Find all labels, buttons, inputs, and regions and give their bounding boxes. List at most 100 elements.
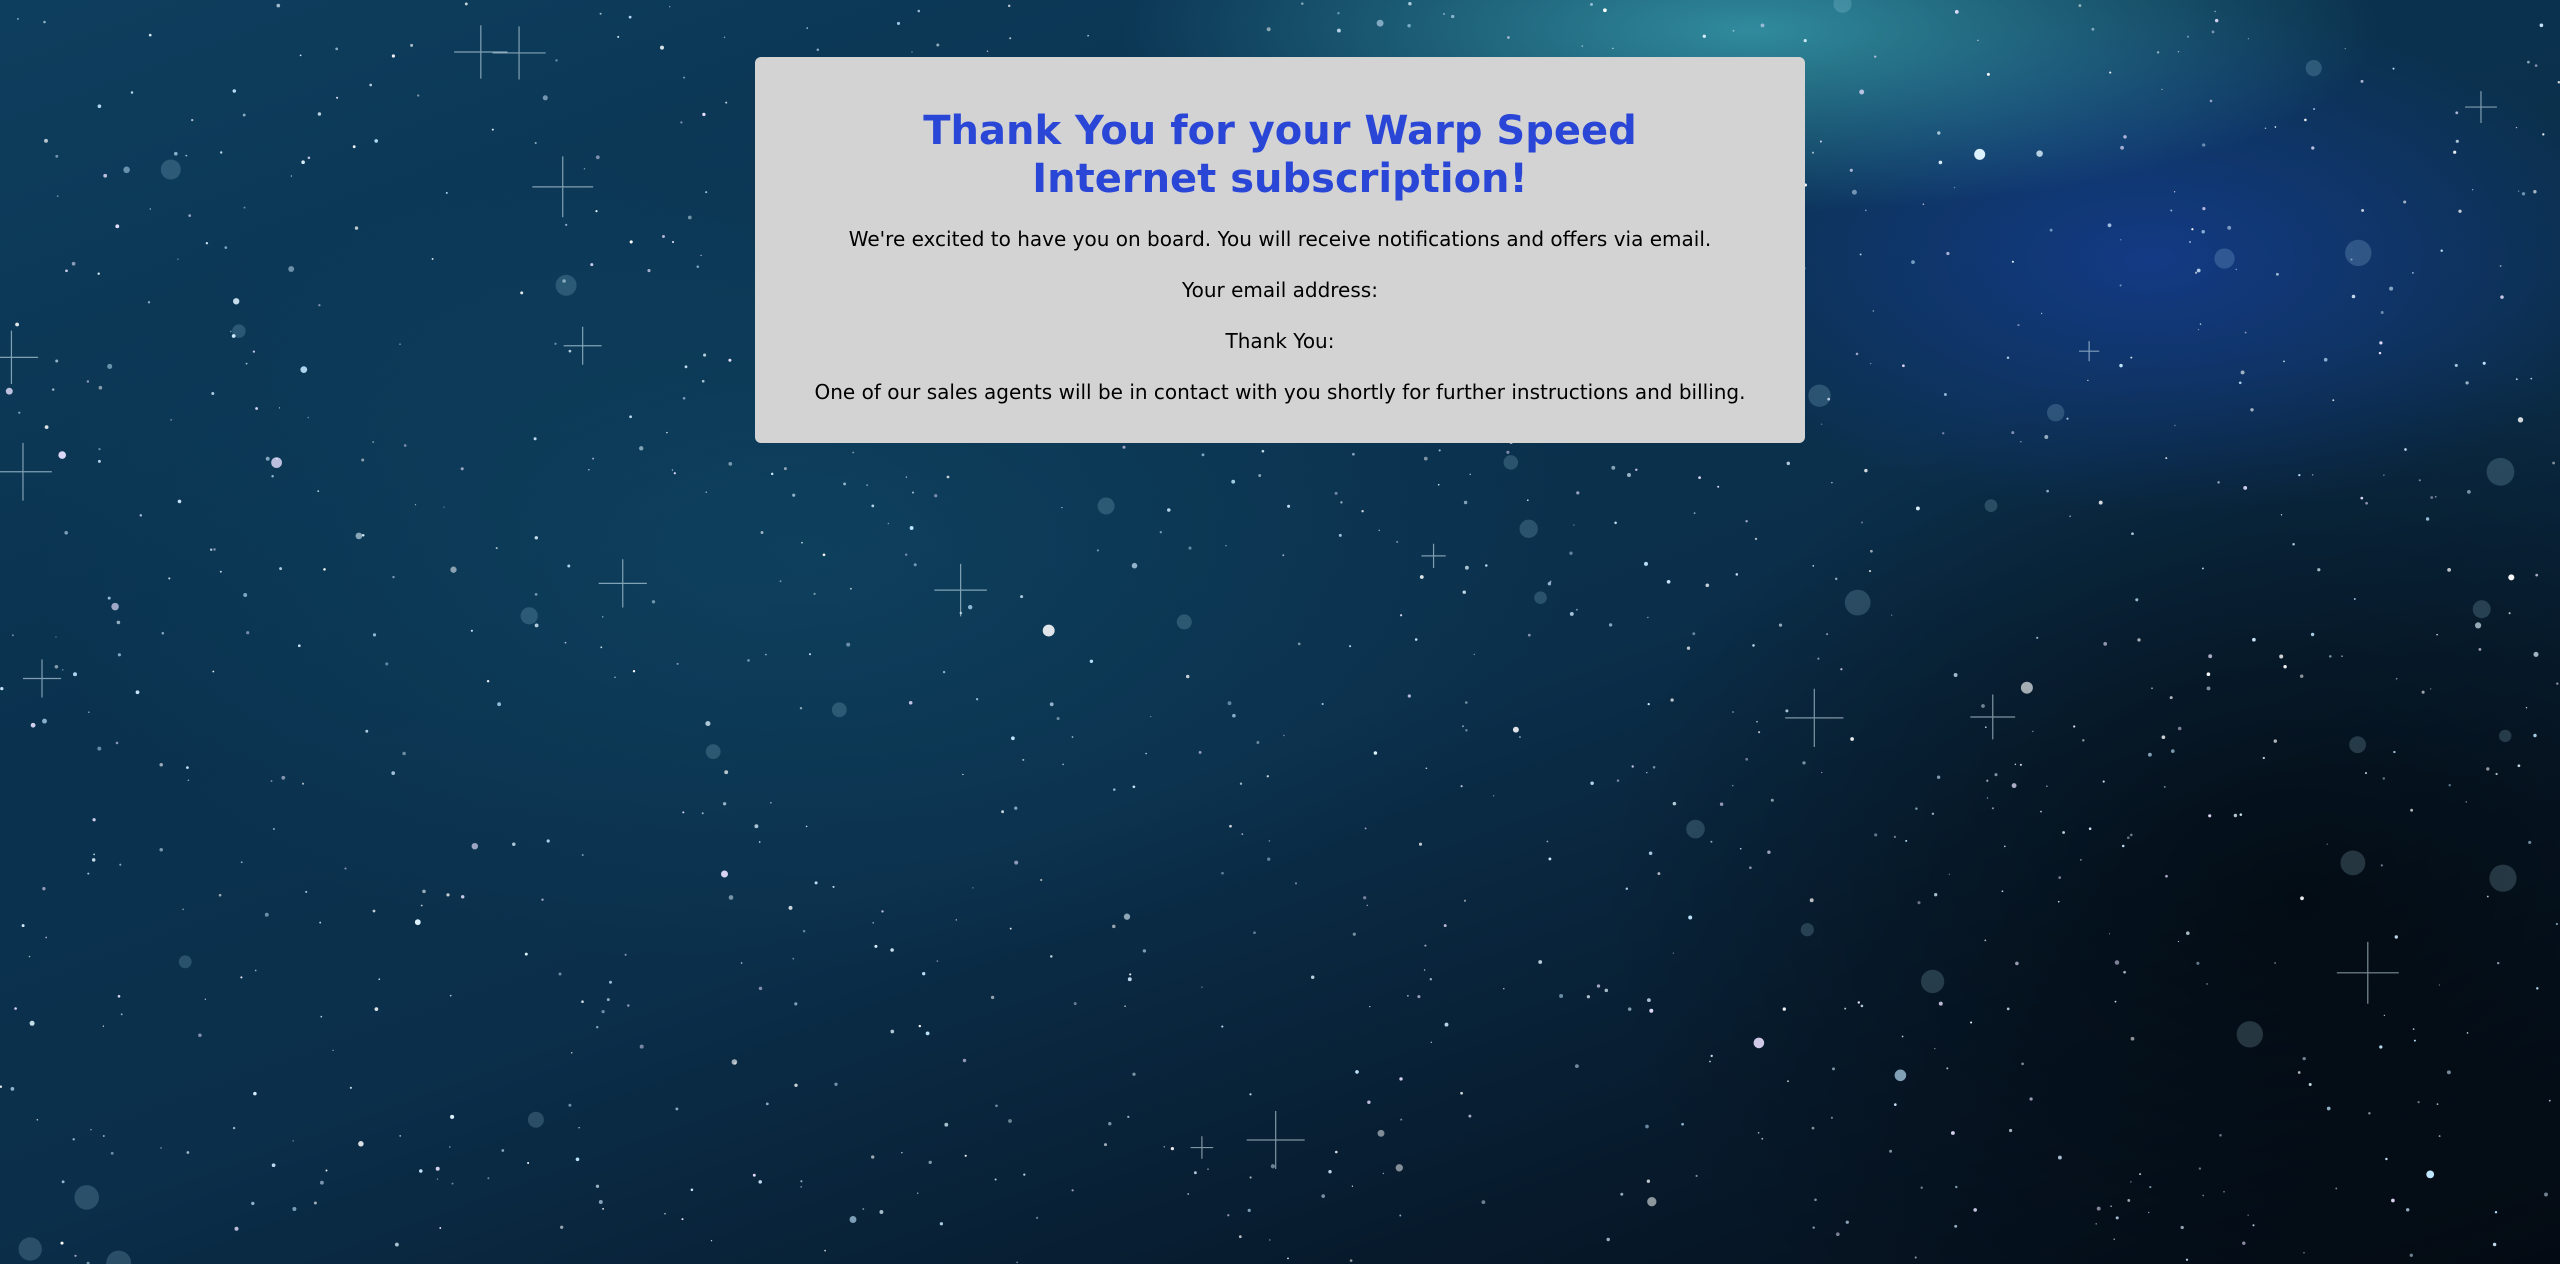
star [723,36,726,38]
star [2404,448,2407,451]
star [1991,807,1994,810]
star [1731,784,1734,787]
star [1163,1146,1166,1148]
star [402,751,406,756]
star [1451,14,1455,19]
star [224,246,228,249]
star [1719,802,1724,806]
star [843,482,847,486]
star [1131,562,1138,569]
star [1367,1100,1371,1105]
star [1590,2,1593,6]
star [1507,36,1510,39]
star [2208,654,2213,659]
star [1417,995,1421,999]
star [1845,1220,1849,1224]
star [1122,445,1126,449]
star [2020,681,2033,694]
star [1073,1002,1077,1006]
star [1287,504,1291,508]
star [2394,935,2398,939]
star [946,475,950,479]
star [422,889,426,894]
star [2247,1214,2249,1216]
star [2458,209,2462,213]
star [2223,1190,2225,1193]
star [1986,797,1989,799]
star [372,633,377,637]
star [1889,1149,1893,1153]
star [595,1184,600,1188]
star [431,257,434,260]
star [487,1177,490,1180]
star [2119,239,2122,241]
star [374,1007,379,1011]
star [448,1146,451,1148]
star [254,969,257,972]
star [1132,785,1136,789]
star [1917,901,1921,905]
star [2426,1170,2435,1179]
star [1767,850,1771,854]
star [911,491,915,494]
intro-text: We're excited to have you on board. You … [848,227,1712,251]
star [460,895,465,899]
star [1760,23,1765,28]
star [420,904,423,907]
star [964,1154,967,1157]
star [1518,736,1521,739]
star [1844,1007,1847,1010]
star-glow [1808,384,1831,407]
star [2173,191,2176,193]
star [107,596,111,600]
star [2542,133,2545,136]
star [191,118,194,122]
star [1247,1208,1251,1212]
star [1840,668,1843,671]
star-glow [2349,736,2367,754]
star [210,548,213,551]
star [2527,60,2530,64]
star [1745,757,1749,761]
star [1835,1232,1840,1237]
star [2292,543,2295,546]
star [2247,38,2250,40]
star [534,536,539,540]
star [2011,260,2014,263]
star [414,504,417,506]
star [243,206,246,209]
star [317,490,320,492]
star [2332,399,2335,402]
star [2365,501,2368,505]
star [451,1182,454,1185]
star [2080,859,2082,861]
star [814,881,818,885]
star [2517,417,2524,423]
star [2308,1083,2312,1086]
star [231,334,236,338]
star [450,1114,455,1119]
star [1832,1067,1835,1071]
star [97,272,100,275]
star [349,1086,352,1089]
star [2186,35,2190,38]
star [1269,1239,1271,1241]
star [887,522,890,525]
star [2413,1039,2416,1042]
star [2530,377,2533,380]
star [1937,131,1941,135]
star [1666,579,1671,584]
star-glow [1534,591,1547,604]
star [265,456,270,461]
star-glow [520,607,538,625]
sparkle [563,326,602,365]
star [779,580,782,583]
star [676,662,679,665]
star [783,467,787,471]
star [1132,1072,1136,1076]
star [1941,432,1945,435]
star [2163,785,2166,788]
star [2274,962,2277,964]
star [2202,207,2206,211]
star [1757,1132,1760,1134]
